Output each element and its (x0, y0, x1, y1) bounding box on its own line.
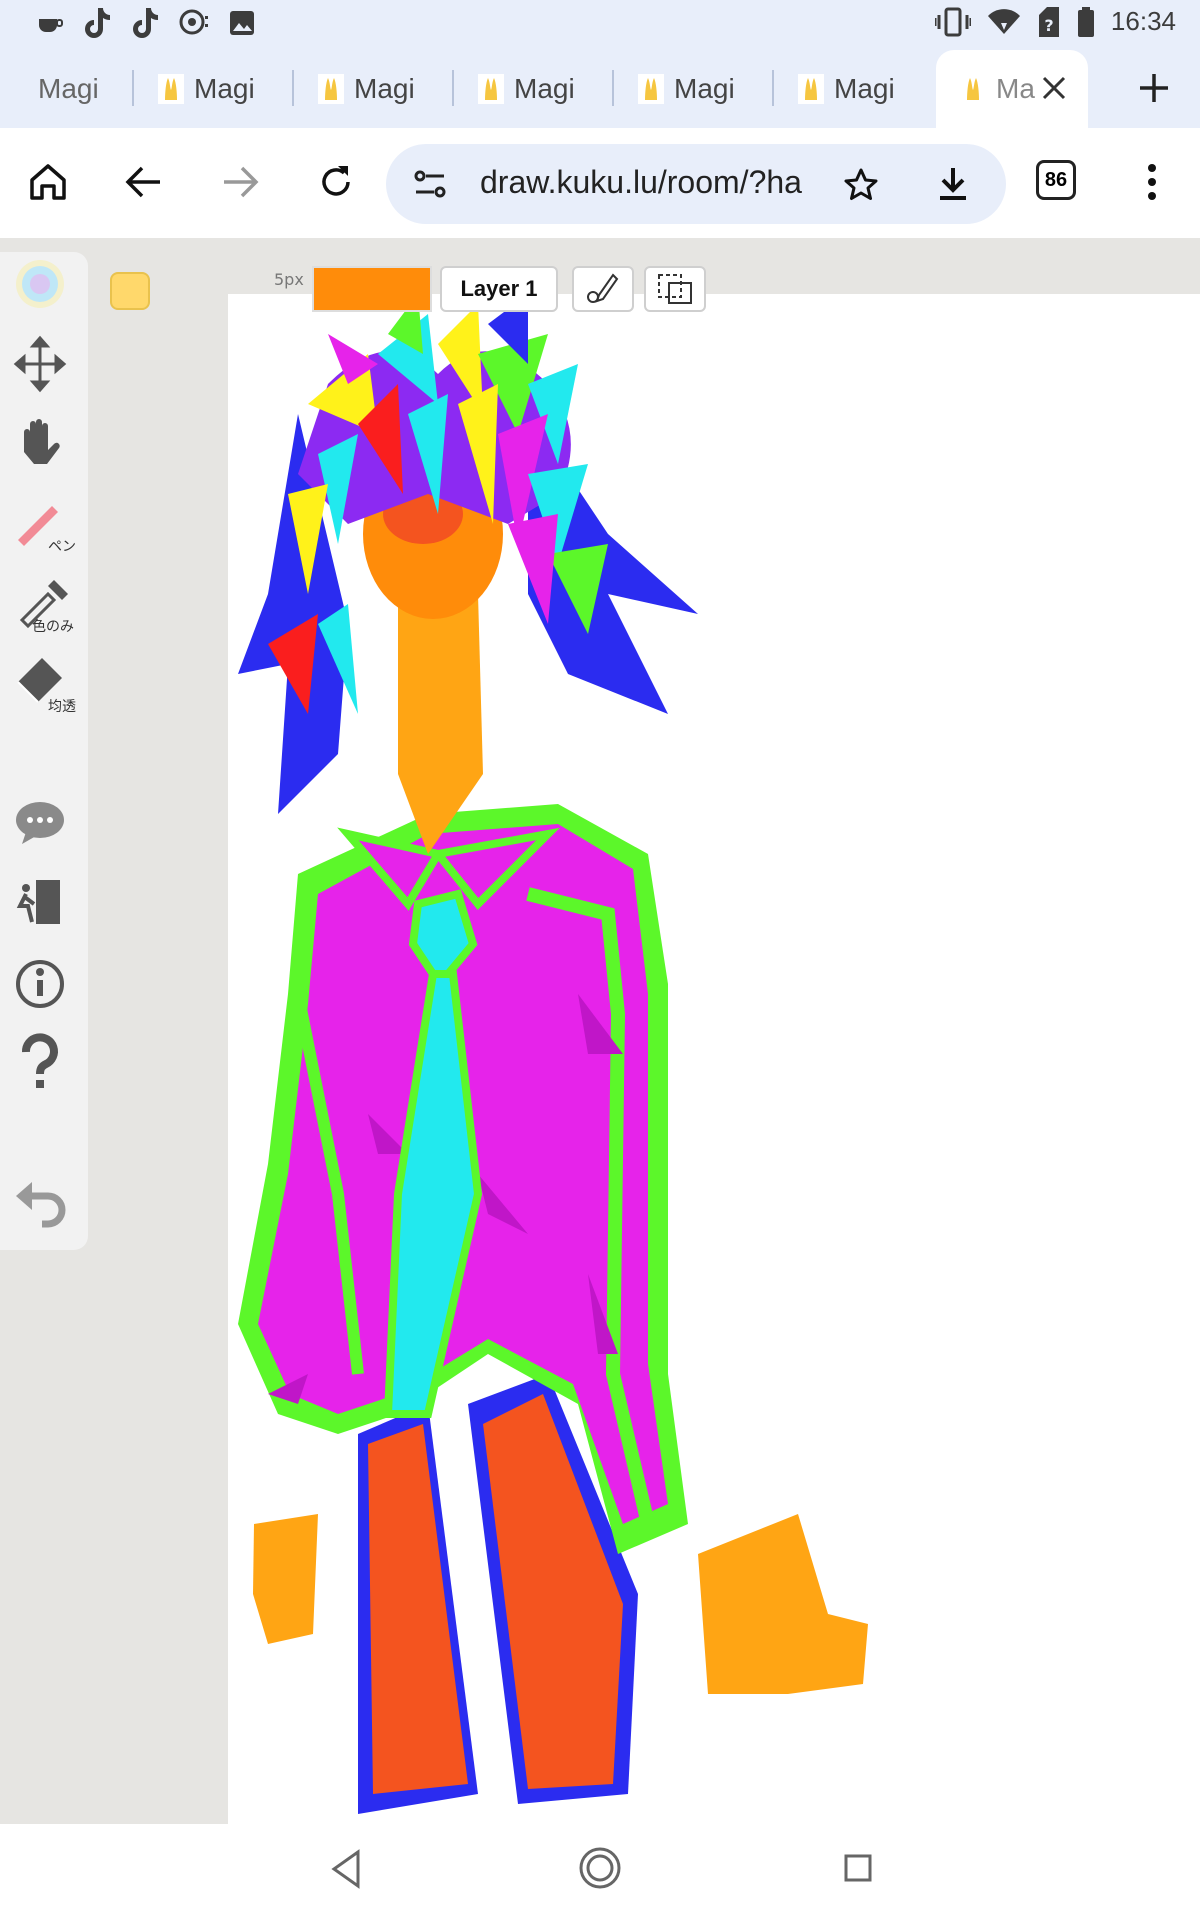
exit-room-button[interactable] (12, 872, 76, 936)
exit-icon (16, 880, 60, 924)
info-icon (16, 960, 64, 1008)
home-icon (30, 164, 66, 200)
hand-tool-button[interactable] (12, 412, 76, 476)
bunny-icon (798, 74, 824, 104)
color-wheel-icon (16, 260, 64, 308)
brush-size-label[interactable]: 5px (274, 270, 304, 289)
forward-button[interactable] (214, 156, 266, 208)
close-icon[interactable] (1038, 72, 1070, 104)
pen-tool-button[interactable]: ペン (12, 492, 76, 556)
tiktok-icon (133, 8, 158, 38)
help-button[interactable] (12, 1032, 76, 1096)
back-nav-icon[interactable] (326, 1846, 366, 1892)
cup-icon (39, 19, 63, 32)
chat-button[interactable] (12, 792, 76, 856)
download-icon[interactable] (934, 164, 972, 204)
bunny-icon (638, 74, 664, 104)
system-icons: ? 16:34 (934, 6, 1176, 37)
pen-settings-icon (587, 273, 619, 303)
tab-label: Magi (38, 73, 99, 104)
home-button[interactable] (22, 156, 74, 208)
pen-settings-button[interactable] (572, 266, 634, 312)
move-icon (13, 335, 67, 393)
arrow-left-icon (125, 166, 160, 198)
tab-label: Magi (834, 73, 895, 104)
recents-nav-icon[interactable] (838, 1846, 878, 1892)
status-bar: ? 16:34 (0, 0, 1200, 50)
tab-label: Magi (674, 73, 735, 104)
tool-sidebar: ペン 色のみ 均透 (0, 252, 88, 1250)
tab-label: Magi (354, 73, 415, 104)
tab-label: Ma (996, 73, 1035, 104)
tab-1[interactable]: Magi (38, 50, 134, 128)
help-icon (22, 1033, 58, 1088)
hand-icon (24, 419, 60, 464)
bookmark-star-icon[interactable] (842, 166, 880, 204)
tab-label: Magi (194, 73, 255, 104)
secondary-color-swatch[interactable] (110, 272, 150, 310)
arrow-right-icon (224, 166, 259, 198)
vibrate-icon (934, 7, 971, 36)
back-button[interactable] (118, 156, 170, 208)
reload-button[interactable] (310, 156, 362, 208)
notification-icons (36, 6, 256, 40)
new-tab-button[interactable] (1132, 66, 1176, 110)
bunny-icon (478, 74, 504, 104)
canvas-toolbar: 5px Layer 1 (0, 238, 1200, 312)
image-icon (230, 11, 254, 35)
resize-icon (658, 274, 692, 304)
site-settings-icon[interactable] (412, 166, 448, 202)
drawing-app: 5px Layer 1 ペン 色のみ 均透 (0, 238, 1200, 1824)
undo-button[interactable] (12, 1172, 76, 1236)
system-nav-bar (0, 1824, 1200, 1920)
color-wheel-button[interactable] (12, 252, 76, 316)
layer-button[interactable]: Layer 1 (440, 266, 558, 312)
eyedropper-tool-button[interactable]: 色のみ (12, 572, 76, 636)
tab-4[interactable]: Magi (454, 50, 614, 128)
browser-toolbar: draw.kuku.lu/room/?ha 86 (0, 128, 1200, 238)
drawing-artwork (238, 294, 868, 1814)
info-button[interactable] (12, 952, 76, 1016)
color-only-label: 色のみ (32, 619, 74, 635)
tab-strip: Magi Magi Magi Magi Magi Magi Ma (0, 50, 1200, 128)
bunny-icon (158, 74, 184, 104)
eraser-tool-label: 均透 (48, 699, 76, 715)
sim-unknown-icon: ? (1038, 6, 1059, 37)
address-bar[interactable]: draw.kuku.lu/room/?ha (386, 144, 1006, 224)
more-menu-icon[interactable] (1128, 162, 1176, 210)
podcast-icon (179, 9, 208, 35)
current-color-swatch[interactable] (312, 266, 432, 312)
home-nav-icon[interactable] (578, 1842, 622, 1894)
tab-2[interactable]: Magi (134, 50, 294, 128)
chat-icon (16, 802, 64, 844)
undo-icon (16, 1182, 66, 1228)
battery-icon (1077, 6, 1094, 37)
tab-label: Magi (514, 73, 575, 104)
drawing-canvas[interactable] (228, 294, 1200, 1824)
tab-6[interactable]: Magi (774, 50, 934, 128)
bunny-icon (318, 74, 344, 104)
tiktok-icon (85, 8, 110, 38)
eraser-tool-button[interactable]: 均透 (12, 652, 76, 716)
tab-count-button[interactable]: 86 (1036, 160, 1076, 200)
clock: 16:34 (1110, 6, 1176, 36)
tab-5[interactable]: Magi (614, 50, 774, 128)
tab-7-active[interactable]: Ma (936, 50, 1088, 128)
svg-text:?: ? (1044, 16, 1053, 35)
url-text[interactable]: draw.kuku.lu/room/?ha (480, 164, 860, 201)
tab-3[interactable]: Magi (294, 50, 454, 128)
move-tool-button[interactable] (12, 332, 76, 396)
canvas-resize-button[interactable] (644, 266, 706, 312)
wifi-icon (987, 8, 1020, 34)
bunny-icon (960, 74, 986, 104)
reload-icon (322, 166, 350, 196)
pen-tool-label: ペン (48, 539, 76, 555)
